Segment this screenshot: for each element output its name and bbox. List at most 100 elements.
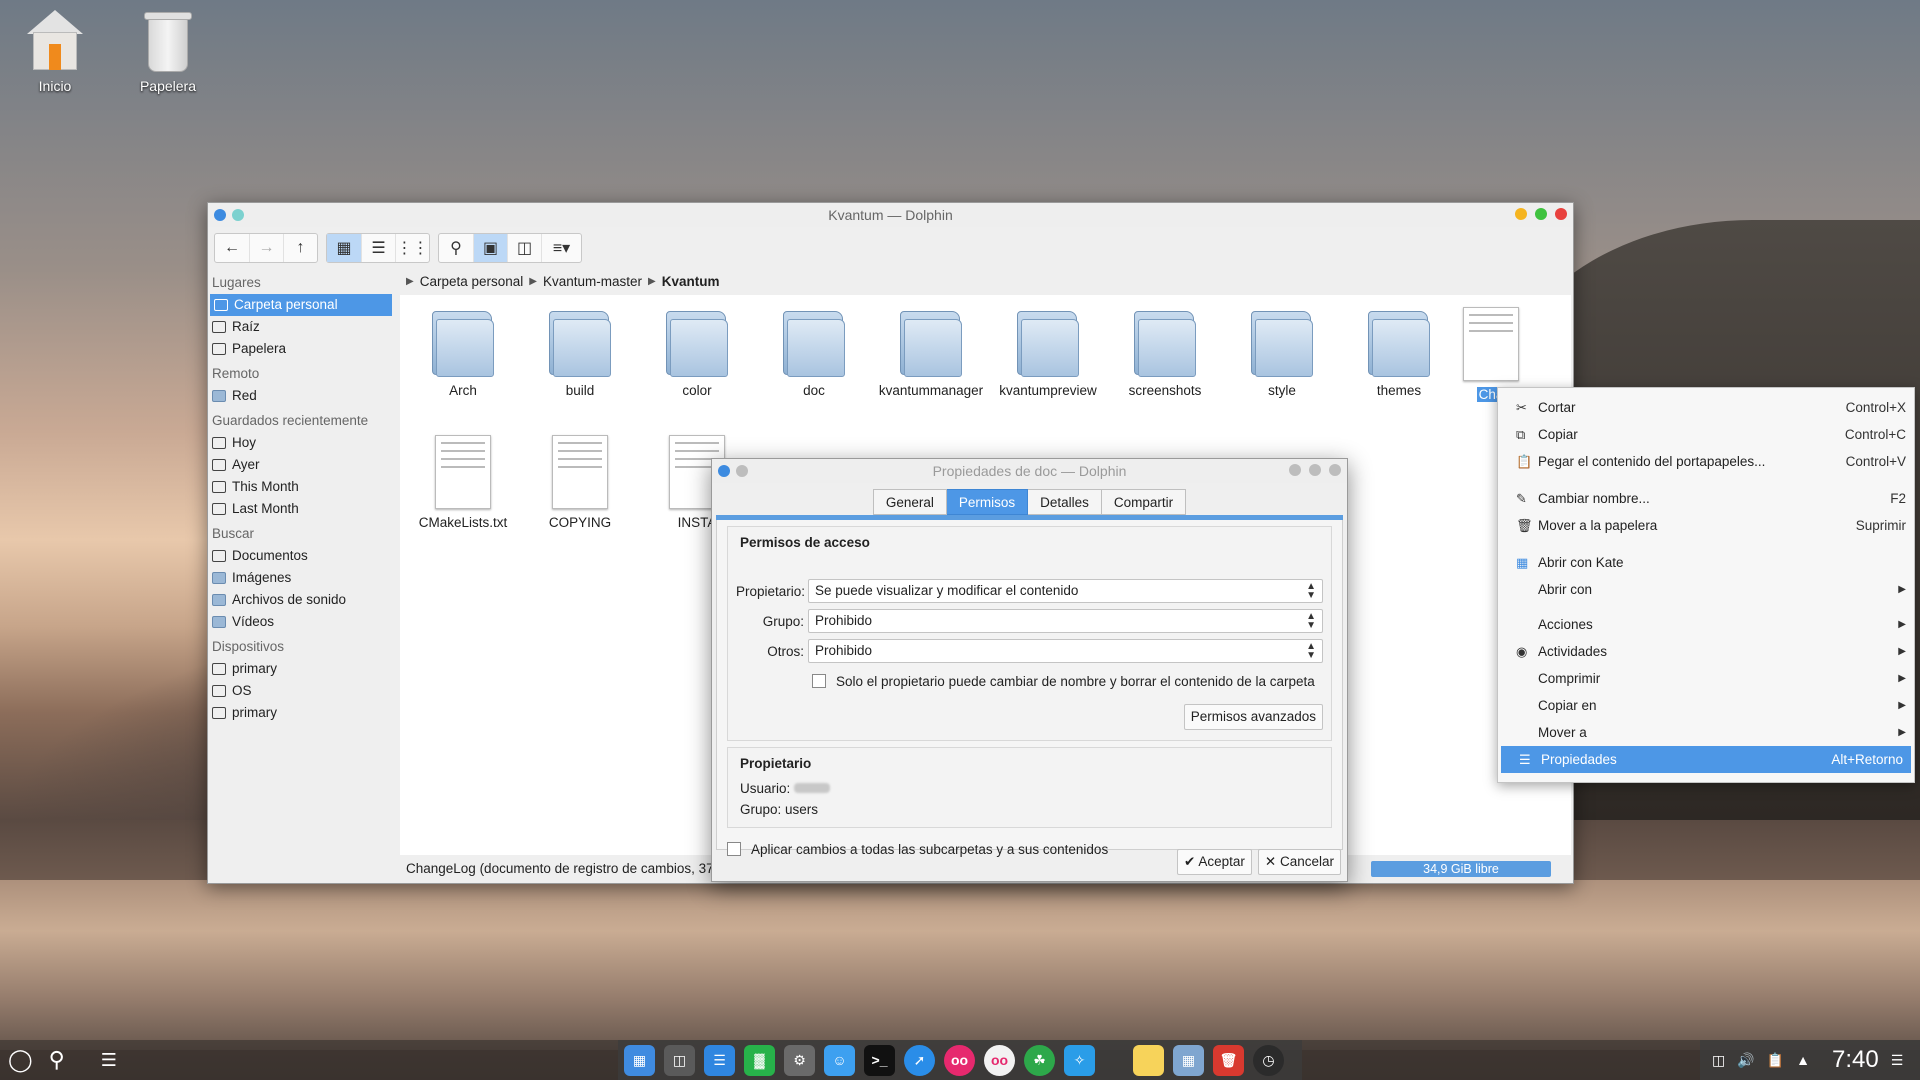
close-button[interactable] (1555, 208, 1567, 220)
terminal-app-icon[interactable]: >_ (864, 1044, 895, 1076)
file-item[interactable]: COPYING (525, 435, 635, 530)
notes-app-icon[interactable] (1133, 1044, 1164, 1076)
search-icon[interactable]: ⚲ (49, 1047, 65, 1073)
file-item[interactable]: build (525, 307, 635, 398)
place-device-primary-2[interactable]: primary (208, 702, 398, 724)
place-images[interactable]: Imágenes (208, 567, 398, 589)
close-button[interactable] (1329, 464, 1341, 476)
browser-app-icon[interactable]: ➚ (904, 1044, 935, 1076)
flickr-app-icon[interactable]: oo (984, 1044, 1015, 1076)
advanced-permissions-button[interactable]: Permisos avanzados (1183, 704, 1323, 730)
desktop-icon-home[interactable]: Inicio (10, 10, 100, 94)
volume-icon[interactable]: 🔊 (1737, 1052, 1754, 1069)
place-audio[interactable]: Archivos de sonido (208, 589, 398, 611)
back-button[interactable]: ← (215, 234, 249, 262)
calc-app-icon[interactable]: ▓ (744, 1044, 775, 1076)
dialog-titlebar[interactable]: Propiedades de doc — Dolphin (712, 459, 1347, 483)
only-owner-checkbox[interactable] (812, 674, 826, 688)
compact-view-button[interactable]: ⋮⋮ (395, 234, 429, 262)
breadcrumb-current[interactable]: Kvantum (662, 269, 720, 295)
place-home[interactable]: Carpeta personal (210, 294, 392, 316)
maximize-button[interactable] (1535, 208, 1547, 220)
minimize-button[interactable] (1515, 208, 1527, 220)
file-item[interactable]: screenshots (1110, 307, 1220, 398)
clipboard-icon[interactable]: 📋 (1767, 1052, 1784, 1069)
file-item[interactable]: style (1227, 307, 1337, 398)
place-documents[interactable]: Documentos (208, 545, 398, 567)
panel-menu-icon[interactable]: ☰ (1891, 1052, 1904, 1069)
launcher-icon[interactable]: ◯ (8, 1047, 33, 1073)
network-icon[interactable]: ◫ (1712, 1052, 1725, 1069)
preview-button[interactable]: ▣ (473, 234, 507, 262)
place-trash[interactable]: Papelera (208, 338, 398, 360)
breadcrumb-item[interactable]: Carpeta personal (420, 269, 524, 295)
writer-app-icon[interactable]: ☰ (704, 1044, 735, 1076)
place-today[interactable]: Hoy (208, 432, 398, 454)
place-last-month[interactable]: Last Month (208, 498, 398, 520)
ok-button[interactable]: ✔ Aceptar (1177, 849, 1252, 875)
tab-details[interactable]: Detalles (1028, 489, 1102, 515)
settings-app-icon[interactable]: ⚙ (784, 1044, 815, 1076)
menu-item-actions[interactable]: Acciones ▶ (1498, 611, 1914, 638)
pin-icon[interactable] (232, 209, 244, 221)
free-space-indicator[interactable]: 34,9 GiB libre (1371, 861, 1551, 877)
group-permission-select[interactable]: Prohibido ▲ ▼ (808, 609, 1323, 633)
menu-item-move-to[interactable]: Mover a ▶ (1498, 719, 1914, 746)
menu-item-open-with[interactable]: Abrir con ▶ (1498, 576, 1914, 603)
menu-item-open-with-kate[interactable]: ▦ Abrir con Kate (1498, 549, 1914, 576)
file-item[interactable]: doc (759, 307, 869, 398)
file-item[interactable]: kvantumpreview (993, 307, 1103, 398)
clock-app-icon[interactable]: ◷ (1253, 1044, 1284, 1076)
menu-item-copy[interactable]: ⧉ Copiar Control+C (1498, 421, 1914, 448)
folder-app-icon[interactable]: ▦ (1173, 1044, 1204, 1076)
desktop-icon-trash[interactable]: Papelera (123, 10, 213, 94)
place-network[interactable]: Red (208, 385, 398, 407)
file-item[interactable]: color (642, 307, 752, 398)
owner-permission-select[interactable]: Se puede visualizar y modificar el conte… (808, 579, 1323, 603)
media-app-icon[interactable]: oo (944, 1044, 975, 1076)
tab-permissions[interactable]: Permisos (946, 489, 1029, 515)
menu-item-move-to-trash[interactable]: 🗑 Mover a la papelera Suprimir (1498, 512, 1914, 539)
expand-tray-icon[interactable]: ▲ (1796, 1052, 1810, 1068)
tab-general[interactable]: General (872, 489, 947, 515)
trash-app-icon[interactable]: 🗑 (1213, 1044, 1244, 1076)
icons-view-button[interactable]: ▦ (327, 234, 361, 262)
store-app-icon[interactable]: ✧ (1064, 1044, 1095, 1076)
place-this-month[interactable]: This Month (208, 476, 398, 498)
place-device-primary[interactable]: primary (208, 658, 398, 680)
others-permission-select[interactable]: Prohibido ▲ ▼ (808, 639, 1323, 663)
files-app-icon[interactable]: ▦ (624, 1044, 655, 1076)
place-device-os[interactable]: OS (208, 680, 398, 702)
breadcrumb-item[interactable]: Kvantum-master (543, 269, 642, 295)
menu-item-properties[interactable]: ☰ Propiedades Alt+Retorno (1501, 746, 1911, 773)
menu-item-paste[interactable]: 📋 Pegar el contenido del portapapeles... C… (1498, 448, 1914, 475)
search-button[interactable]: ⚲ (439, 234, 473, 262)
cancel-button[interactable]: ✕ Cancelar (1257, 849, 1341, 875)
place-yesterday[interactable]: Ayer (208, 454, 398, 476)
details-view-button[interactable]: ☰ (361, 234, 395, 262)
place-videos[interactable]: Vídeos (208, 611, 398, 633)
tab-share[interactable]: Compartir (1101, 489, 1187, 515)
menu-item-rename[interactable]: ✎ Cambiar nombre... F2 (1498, 485, 1914, 512)
menu-item-copy-to[interactable]: Copiar en ▶ (1498, 692, 1914, 719)
up-button[interactable]: ↑ (283, 234, 317, 262)
window-titlebar[interactable]: Kvantum — Dolphin (208, 203, 1573, 227)
maximize-button[interactable] (1309, 464, 1321, 476)
drive-app-icon[interactable]: ◫ (664, 1044, 695, 1076)
menu-icon[interactable]: ☰ (101, 1050, 117, 1071)
split-button[interactable]: ◫ (507, 234, 541, 262)
place-root[interactable]: Raíz (208, 316, 398, 338)
file-item[interactable]: kvantummanager (876, 307, 986, 398)
file-item[interactable]: Arch (408, 307, 518, 398)
leaf-app-icon[interactable]: ☘ (1024, 1044, 1055, 1076)
file-item[interactable]: themes (1344, 307, 1454, 398)
pin-icon[interactable] (736, 465, 748, 477)
menu-button[interactable]: ≡▾ (541, 234, 581, 262)
minimize-button[interactable] (1289, 464, 1301, 476)
apply-all-checkbox[interactable] (727, 842, 741, 856)
forward-button[interactable]: → (249, 234, 283, 262)
finder-app-icon[interactable]: ☺ (824, 1044, 855, 1076)
clock[interactable]: 7:40 (1832, 1046, 1879, 1074)
menu-item-compress[interactable]: Comprimir ▶ (1498, 665, 1914, 692)
file-item[interactable]: CMakeLists.txt (408, 435, 518, 530)
